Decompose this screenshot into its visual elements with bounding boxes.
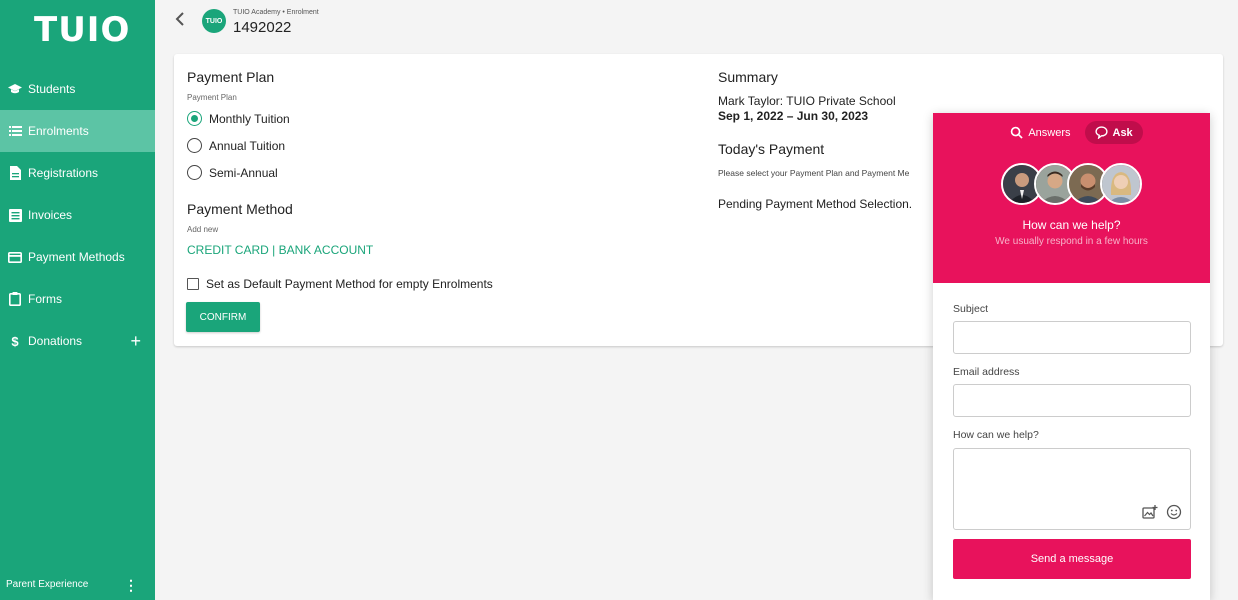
radio-semi-annual[interactable]: Semi-Annual <box>187 165 278 180</box>
summary-student-line: Mark Taylor: TUIO Private School <box>718 94 896 108</box>
pending-status: Pending Payment Method Selection. <box>718 197 913 211</box>
invoice-icon <box>8 208 22 222</box>
sidebar-item-registrations[interactable]: Registrations <box>0 152 155 194</box>
sidebar-item-label: Enrolments <box>28 124 89 138</box>
help-title: How can we help? <box>1022 218 1121 232</box>
help-subtitle: We usually respond in a few hours <box>995 236 1148 247</box>
message-textarea[interactable] <box>953 448 1191 530</box>
sidebar-item-enrolments[interactable]: Enrolments <box>0 110 155 152</box>
radio-label: Annual Tuition <box>209 138 286 153</box>
parent-experience-label[interactable]: Parent Experience <box>6 579 88 590</box>
payment-plan-sublabel: Payment Plan <box>187 93 237 102</box>
clipboard-icon <box>8 292 22 306</box>
tab-ask[interactable]: Ask <box>1084 121 1143 144</box>
dollar-icon: $ <box>11 333 19 349</box>
subject-label: Subject <box>953 303 989 315</box>
add-new-label: Add new <box>187 225 219 234</box>
todays-payment-note: Please select your Payment Plan and Paym… <box>718 168 910 178</box>
chat-bubble-icon <box>1094 126 1108 139</box>
help-widget: Answers Ask How can we help? We usually … <box>933 113 1210 600</box>
sidebar-item-forms[interactable]: Forms <box>0 278 155 320</box>
radio-checked-icon[interactable] <box>187 111 202 126</box>
sidebar-item-label: Registrations <box>28 166 99 180</box>
tab-label: Ask <box>1112 126 1133 139</box>
confirm-button[interactable]: CONFIRM <box>186 302 260 332</box>
help-widget-tabs: Answers Ask <box>933 121 1210 144</box>
graduation-cap-icon <box>8 82 22 96</box>
add-payment-method-links[interactable]: CREDIT CARD | BANK ACCOUNT <box>187 243 373 257</box>
checkbox-label: Set as Default Payment Method for empty … <box>206 277 493 291</box>
summary-date-range: Sep 1, 2022 – Jun 30, 2023 <box>718 109 869 123</box>
page-title: 1492022 <box>233 19 292 36</box>
sidebar-item-label: Students <box>28 82 76 96</box>
back-chevron-icon[interactable] <box>175 11 185 32</box>
checkbox[interactable] <box>187 278 199 290</box>
radio-annual-tuition[interactable]: Annual Tuition <box>187 138 285 153</box>
help-widget-header: Answers Ask How can we help? We usually … <box>933 113 1210 283</box>
sidebar-item-payment-methods[interactable]: Payment Methods <box>0 236 155 278</box>
sidebar-item-label: Forms <box>28 292 62 306</box>
school-avatar: TUIO <box>202 9 226 33</box>
more-vertical-icon[interactable]: ⋮ <box>124 578 138 592</box>
sidebar-item-students[interactable]: Students <box>0 68 155 110</box>
tab-label: Answers <box>1028 126 1071 139</box>
emoji-icon[interactable] <box>1166 504 1182 520</box>
sidebar-item-invoices[interactable]: Invoices <box>0 194 155 236</box>
radio-monthly-tuition[interactable]: Monthly Tuition <box>187 111 290 126</box>
sidebar-item-label: Invoices <box>28 208 73 222</box>
subject-input[interactable] <box>953 321 1191 354</box>
tab-answers[interactable]: Answers <box>1000 121 1080 144</box>
support-agents <box>1001 163 1143 205</box>
sidebar-item-label: Payment Methods <box>28 250 125 264</box>
agent-avatar <box>1100 163 1142 205</box>
breadcrumb: TUIO Academy • Enrolment <box>233 9 319 16</box>
todays-payment-title: Today's Payment <box>718 141 825 157</box>
sidebar: TUIO Students Enrolments Registrations I… <box>0 0 155 600</box>
radio-label: Semi-Annual <box>209 165 278 180</box>
list-icon <box>8 124 22 138</box>
sidebar-item-donations[interactable]: $ Donations + <box>0 320 155 362</box>
radio-unchecked-icon[interactable] <box>187 165 202 180</box>
plus-icon[interactable]: + <box>130 331 141 352</box>
sidebar-item-label: Donations <box>28 334 83 348</box>
radio-unchecked-icon[interactable] <box>187 138 202 153</box>
search-icon <box>1011 126 1023 139</box>
send-message-button[interactable]: Send a message <box>953 539 1191 579</box>
payment-method-title: Payment Method <box>187 201 293 217</box>
payment-plan-title: Payment Plan <box>187 69 275 85</box>
tuio-logo[interactable]: TUIO <box>34 10 130 50</box>
message-label: How can we help? <box>953 429 1039 441</box>
email-input[interactable] <box>953 384 1191 417</box>
add-image-icon[interactable] <box>1142 504 1158 520</box>
email-label: Email address <box>953 366 1020 378</box>
radio-label: Monthly Tuition <box>209 111 290 126</box>
credit-card-icon <box>8 250 22 264</box>
default-payment-checkbox-row[interactable]: Set as Default Payment Method for empty … <box>187 277 493 291</box>
document-icon <box>8 166 22 180</box>
summary-title: Summary <box>718 69 778 85</box>
sidebar-nav: Students Enrolments Registrations Invoic… <box>0 68 155 362</box>
